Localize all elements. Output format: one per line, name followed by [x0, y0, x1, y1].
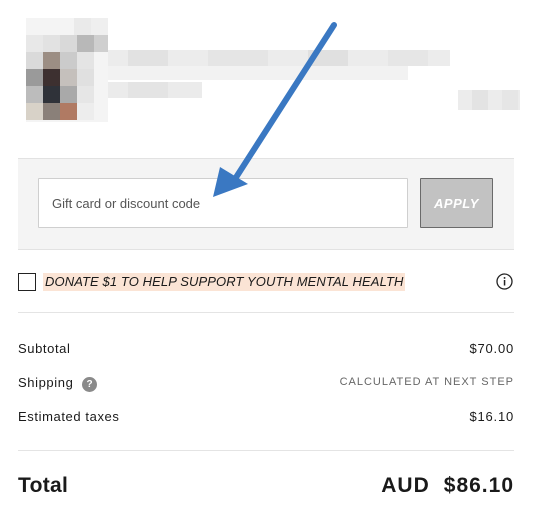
taxes-label: Estimated taxes [18, 409, 120, 424]
total-amount: $86.10 [443, 474, 514, 497]
total-currency: AUD [381, 474, 430, 497]
product-thumbnail [26, 18, 108, 122]
divider [18, 450, 514, 451]
subtotal-label: Subtotal [18, 341, 71, 356]
subtotal-value: $70.00 [469, 341, 514, 356]
shipping-label: Shipping [18, 375, 74, 390]
donate-checkbox[interactable] [18, 273, 36, 291]
divider [18, 312, 514, 313]
question-icon[interactable]: ? [82, 377, 97, 392]
total-value: AUD $86.10 [381, 474, 514, 498]
donate-row: DONATE $1 TO HELP SUPPORT YOUTH MENTAL H… [18, 272, 514, 292]
total-row: Total AUD $86.10 [18, 474, 514, 502]
total-label: Total [18, 474, 69, 497]
discount-code-input[interactable] [38, 178, 408, 228]
discount-section: APPLY [18, 158, 514, 250]
product-price-pixelated [458, 90, 520, 110]
taxes-value: $16.10 [469, 409, 514, 424]
product-title-pixelated [108, 50, 450, 98]
shipping-value: CALCULATED AT NEXT STEP [339, 376, 514, 388]
product-thumbnail-image [26, 18, 108, 122]
shipping-row: Shipping ? CALCULATED AT NEXT STEP [18, 375, 514, 393]
donate-label[interactable]: DONATE $1 TO HELP SUPPORT YOUTH MENTAL H… [43, 273, 406, 291]
subtotal-row: Subtotal $70.00 [18, 341, 514, 359]
info-icon[interactable] [496, 273, 513, 290]
apply-button[interactable]: APPLY [420, 178, 493, 228]
taxes-row: Estimated taxes $16.10 [18, 409, 514, 427]
